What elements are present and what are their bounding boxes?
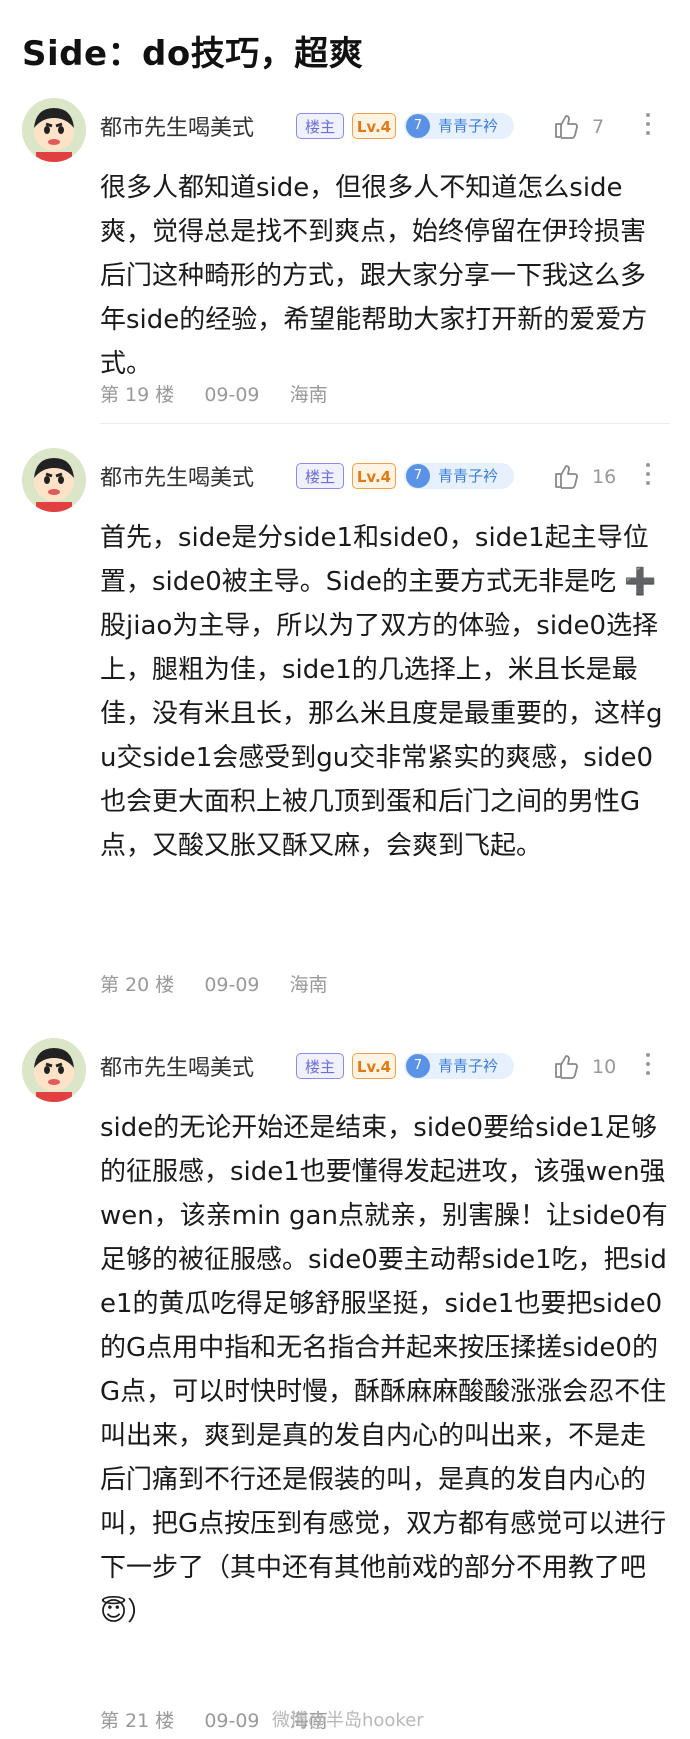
floor-number: 第 19 楼 — [100, 384, 175, 406]
post-meta: 第 19 楼 09-09 海南 — [100, 380, 352, 407]
like-button[interactable]: 16 — [552, 460, 642, 492]
post-content: side的无论开始还是结束，side0要给side1足够的征服感，side1也要… — [100, 1113, 668, 1627]
group-badge[interactable]: 7 青青子衿 — [404, 113, 514, 139]
divider — [100, 423, 670, 424]
cartoon-avatar-icon — [22, 1038, 86, 1102]
post-date: 09-09 — [204, 384, 260, 406]
post-date: 09-09 — [204, 1710, 260, 1732]
like-button[interactable]: 7 — [552, 110, 642, 142]
group-badge-label: 青青子衿 — [438, 467, 499, 485]
host-badge: 楼主 — [296, 113, 344, 139]
avatar[interactable] — [22, 448, 86, 512]
reply-post: 都市先生喝美式 楼主 Lv.4 7 青青子衿 7 很多人都知道side，但很多人… — [0, 98, 690, 438]
group-badge[interactable]: 7 青青子衿 — [404, 463, 514, 489]
level-badge: Lv.4 — [352, 113, 396, 139]
more-options-icon[interactable] — [640, 108, 656, 144]
thumbs-up-icon — [555, 1055, 578, 1079]
post-content: 很多人都知道side，但很多人不知道怎么side爽，觉得总是找不到爽点，始终停留… — [100, 173, 648, 379]
thumbs-up-icon — [555, 115, 578, 139]
cartoon-avatar-icon — [22, 98, 86, 162]
host-badge: 楼主 — [296, 463, 344, 489]
level-badge: Lv.4 — [352, 1053, 396, 1079]
post-date: 09-09 — [204, 974, 260, 996]
group-badge-label: 青青子衿 — [438, 1057, 499, 1075]
like-count: 10 — [592, 1056, 617, 1078]
username[interactable]: 都市先生喝美式 — [100, 110, 254, 142]
avatar[interactable] — [22, 98, 86, 162]
more-options-icon[interactable] — [640, 458, 656, 494]
reply-post: 都市先生喝美式 楼主 Lv.4 7 青青子衿 10 side的无论开始还是结束，… — [0, 1038, 690, 1738]
avatar[interactable] — [22, 1038, 86, 1102]
post-location: 海南 — [289, 974, 328, 996]
reply-post: 都市先生喝美式 楼主 Lv.4 7 青青子衿 16 首先，side是分side1… — [0, 448, 690, 1008]
level-badge: Lv.4 — [352, 463, 396, 489]
thumbs-up-icon — [555, 465, 578, 489]
host-badge: 楼主 — [296, 1053, 344, 1079]
group-number: 7 — [406, 1054, 430, 1078]
page-title: Side：do技巧，超爽 — [22, 34, 364, 74]
group-badge[interactable]: 7 青青子衿 — [404, 1053, 514, 1079]
post-content: 首先，side是分side1和side0，side1起主导位置，side0被主导… — [100, 523, 665, 861]
like-count: 7 — [592, 116, 605, 138]
watermark: 微博@半岛hooker — [272, 1710, 424, 1731]
floor-number: 第 20 楼 — [100, 974, 175, 996]
more-options-icon[interactable] — [640, 1048, 656, 1084]
floor-number: 第 21 楼 — [100, 1710, 175, 1732]
like-count: 16 — [592, 466, 617, 488]
group-number: 7 — [406, 114, 430, 138]
username[interactable]: 都市先生喝美式 — [100, 460, 254, 492]
username[interactable]: 都市先生喝美式 — [100, 1050, 254, 1082]
like-button[interactable]: 10 — [552, 1050, 642, 1082]
post-meta: 第 20 楼 09-09 海南 — [100, 970, 352, 997]
group-badge-label: 青青子衿 — [438, 117, 499, 135]
group-number: 7 — [406, 464, 430, 488]
post-location: 海南 — [289, 384, 328, 406]
cartoon-avatar-icon — [22, 448, 86, 512]
